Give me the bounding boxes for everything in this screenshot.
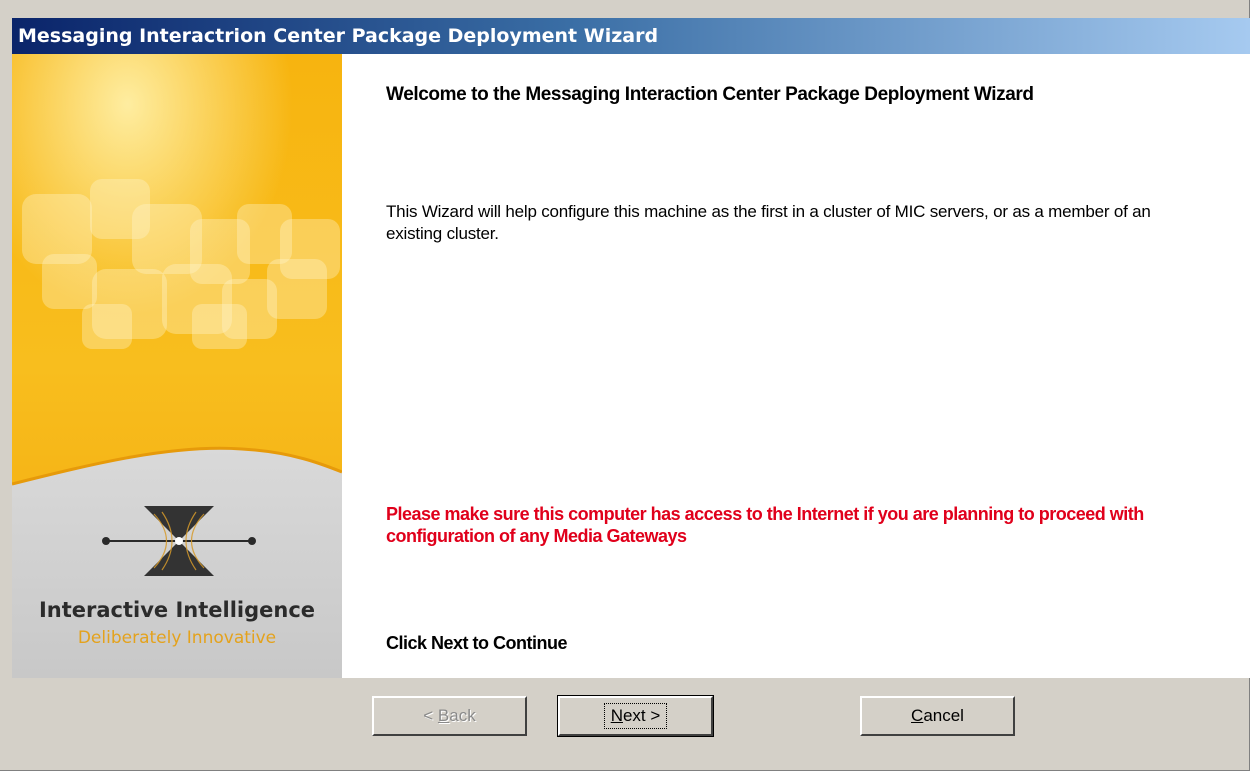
window-title: Messaging Interactrion Center Package De… (18, 25, 659, 47)
side-banner: Interactive Intelligence Deliberately In… (12, 54, 342, 678)
brand-name: Interactive Intelligence (38, 598, 316, 622)
back-button-label: < Back (423, 706, 476, 725)
title-bar: Messaging Interactrion Center Package De… (12, 18, 1250, 54)
back-button[interactable]: < Back (372, 696, 527, 736)
cancel-button-label: Cancel (911, 706, 964, 725)
brand-tagline: Deliberately Innovative (77, 628, 277, 648)
welcome-heading: Welcome to the Messaging Interaction Cen… (386, 84, 1034, 105)
cancel-button[interactable]: Cancel (860, 696, 1015, 736)
next-button-label: Next > (603, 703, 668, 729)
next-button[interactable]: Next > (557, 695, 714, 737)
wizard-content: Interactive Intelligence Deliberately In… (12, 54, 1250, 678)
wizard-window: Messaging Interactrion Center Package De… (0, 0, 1250, 771)
banner-artwork (12, 54, 342, 678)
internet-warning: Please make sure this computer has acces… (386, 504, 1144, 546)
continue-instruction: Click Next to Continue (386, 633, 568, 653)
wizard-description: This Wizard will help configure this mac… (386, 202, 1151, 243)
